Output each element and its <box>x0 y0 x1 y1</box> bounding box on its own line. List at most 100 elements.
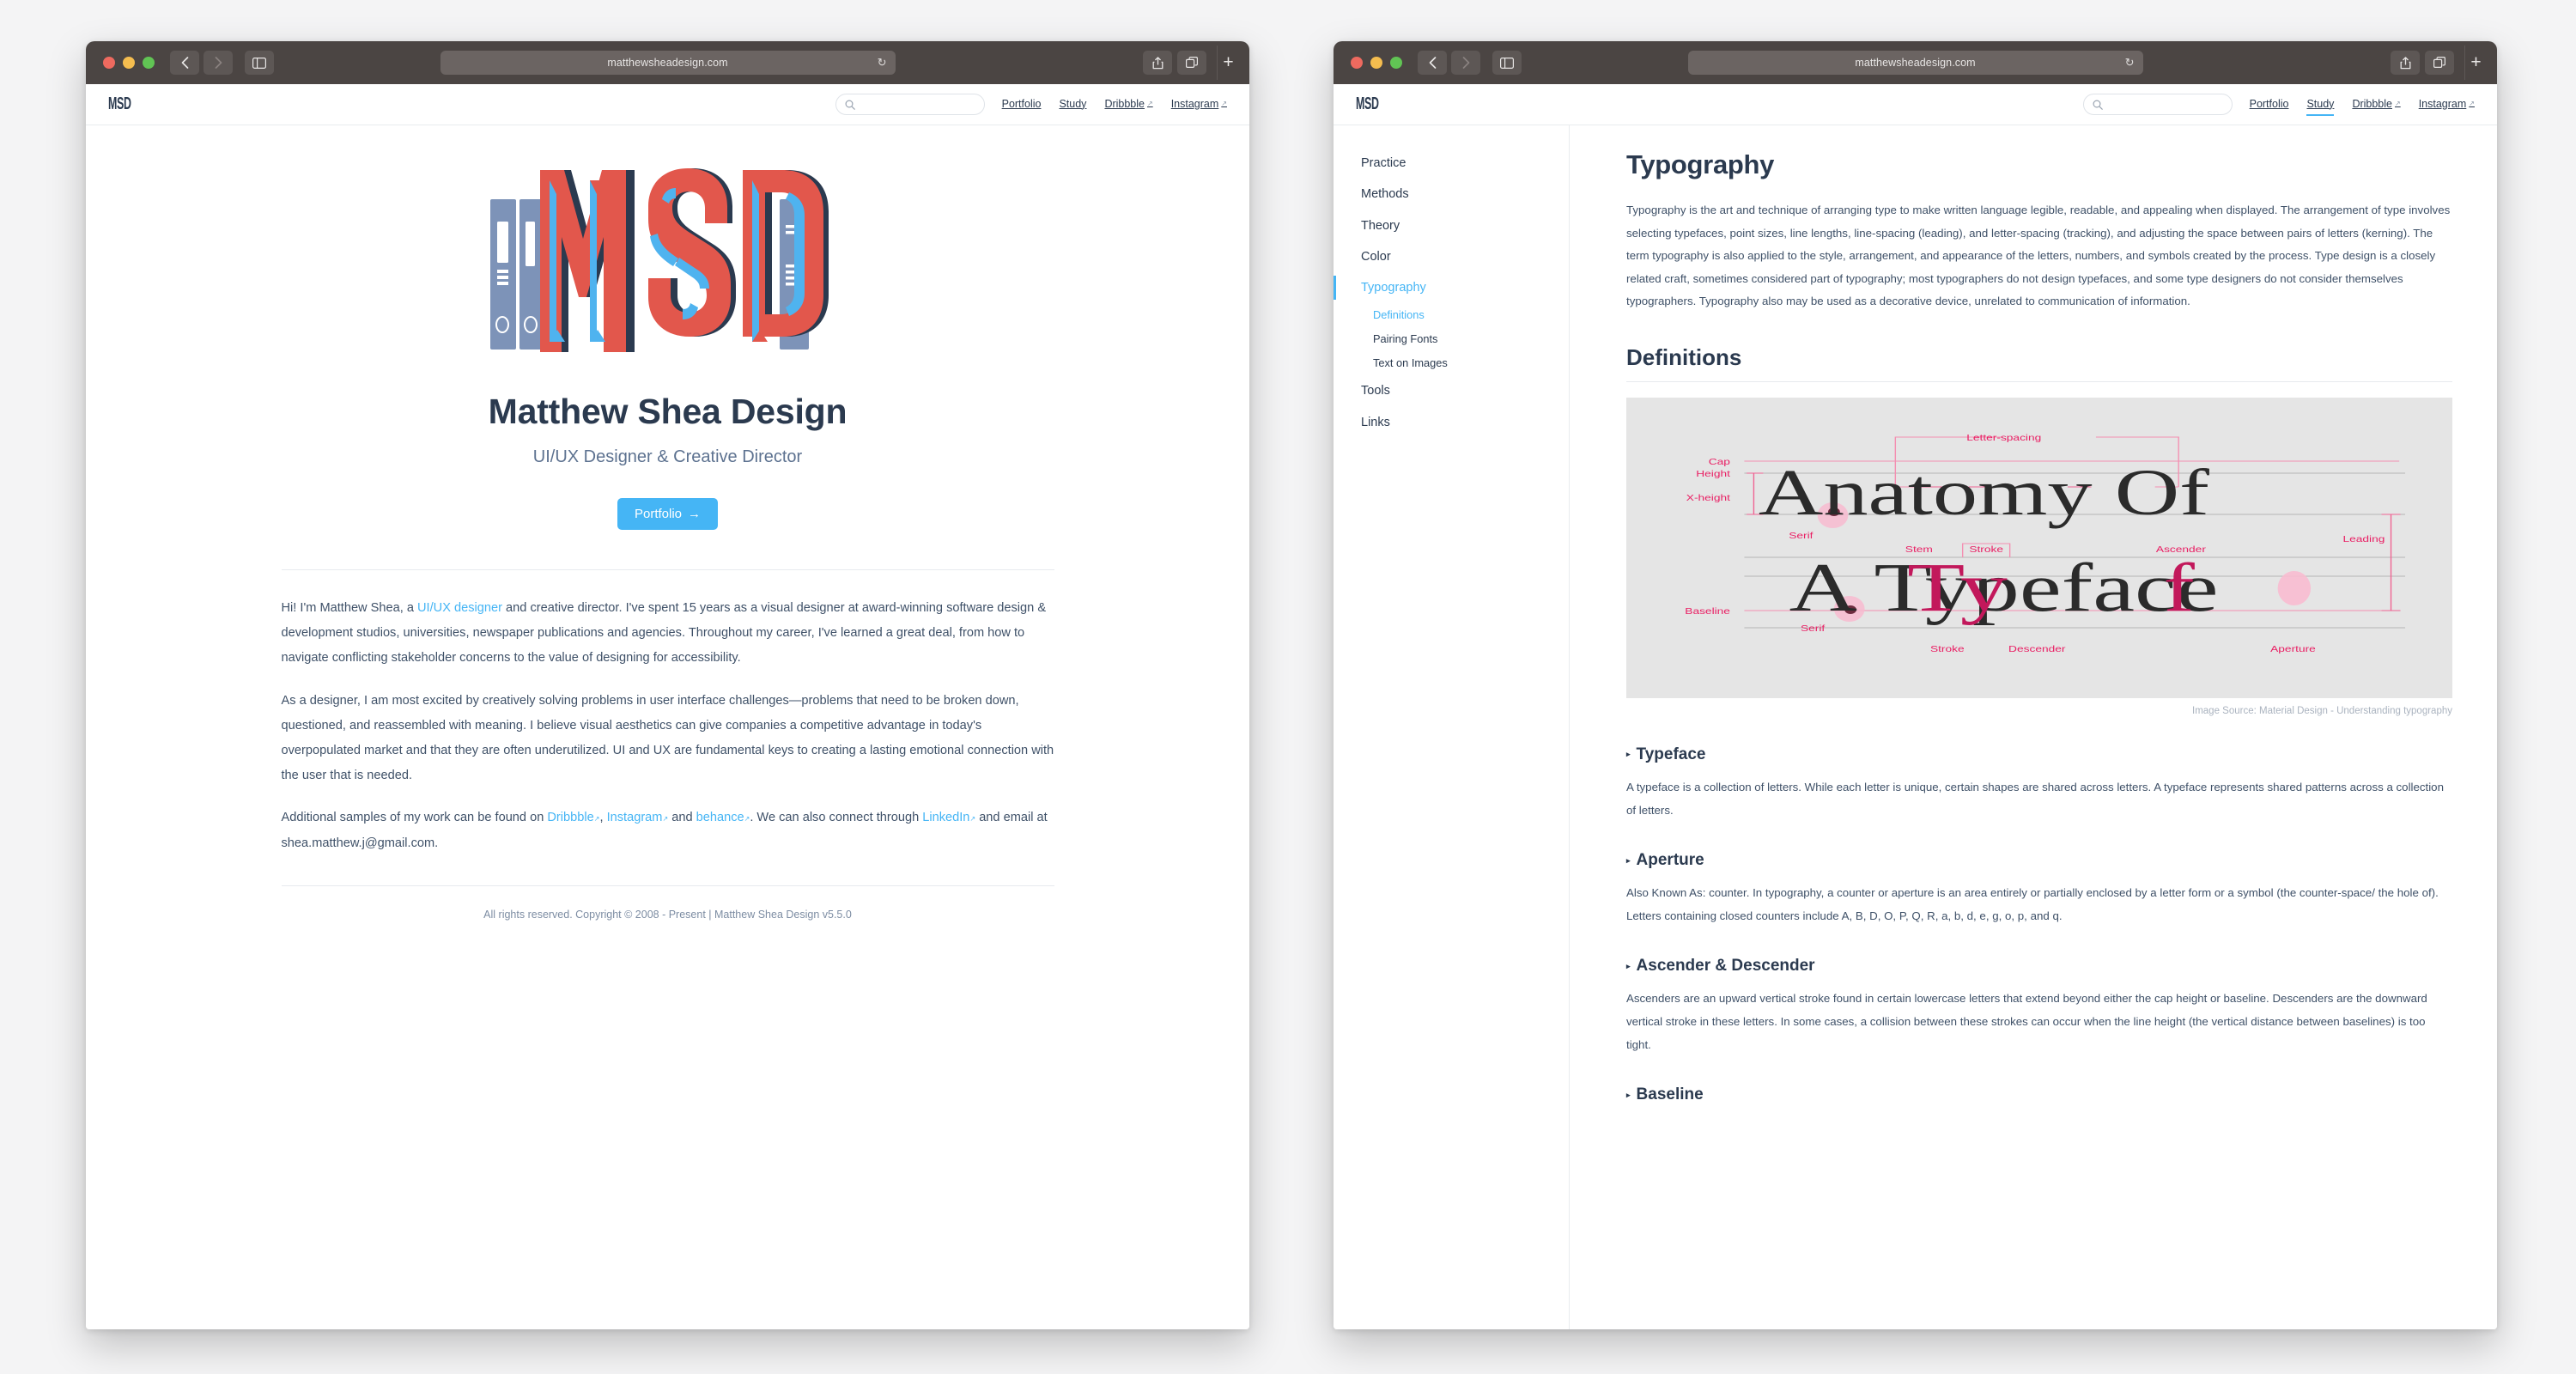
sidebar-subitem-text-on-images[interactable]: Text on Images <box>1334 351 1569 375</box>
definition-title-aperture: ▸ Aperture <box>1626 851 2452 870</box>
address-bar[interactable]: matthewsheadesign.com ↻ <box>1687 51 2143 75</box>
maximize-window-button[interactable] <box>1390 57 1402 69</box>
browser-titlebar: matthewsheadesign.com ↻ + <box>1334 41 2497 84</box>
search-box[interactable] <box>2082 94 2233 115</box>
label-baseline: Baseline <box>1685 606 1730 617</box>
sidebar-item-links[interactable]: Links <box>1334 407 1569 438</box>
label-height: Height <box>1696 469 1730 479</box>
sidebar-item-tools[interactable]: Tools <box>1334 375 1569 406</box>
tab-overview-icon[interactable] <box>2425 51 2454 75</box>
reload-icon[interactable]: ↻ <box>2125 56 2135 70</box>
reload-icon[interactable]: ↻ <box>878 56 887 70</box>
back-button[interactable] <box>170 51 199 75</box>
caret-right-icon: ▸ <box>1626 1090 1631 1099</box>
tab-overview-icon[interactable] <box>1177 51 1206 75</box>
label-x-height: X-height <box>1686 493 1731 503</box>
caret-right-icon: ▸ <box>1626 750 1631 759</box>
new-tab-button[interactable]: + <box>1217 46 1239 80</box>
uiux-designer-link[interactable]: UI/UX designer <box>417 601 502 615</box>
portfolio-button[interactable]: Portfolio → <box>617 498 719 530</box>
dribbble-link[interactable]: Dribbble↗ <box>547 811 599 824</box>
site-header-right: Portfolio Study Dribbble ↗ Instagram ↗ <box>835 94 1227 115</box>
about-paragraph-1: Hi! I'm Matthew Shea, a UI/UX designer a… <box>282 596 1054 672</box>
nav-link-study[interactable]: Study <box>2306 98 2334 116</box>
nav-link-portfolio[interactable]: Portfolio <box>2250 98 2289 112</box>
address-bar-url: matthewsheadesign.com <box>607 57 728 69</box>
traffic-lights[interactable] <box>103 57 155 69</box>
behance-link[interactable]: behance↗ <box>696 811 750 824</box>
browser-nav-buttons[interactable] <box>170 51 233 75</box>
nav-label: Study <box>1059 97 1087 110</box>
close-window-button[interactable] <box>103 57 115 69</box>
nav-label: Instagram <box>1170 97 1219 110</box>
maximize-window-button[interactable] <box>143 57 155 69</box>
search-input[interactable] <box>2106 99 2223 110</box>
sidebar-toggle-icon[interactable] <box>1492 51 1522 75</box>
definition-title-typeface: ▸ Typeface <box>1626 745 2452 764</box>
forward-button[interactable] <box>204 51 233 75</box>
browser-nav-buttons[interactable] <box>1418 51 1480 75</box>
sidebar-toggle-icon[interactable] <box>245 51 274 75</box>
anatomy-diagram-image: Anatomy Of A Typeface T y f Letter-spaci… <box>1626 397 2452 698</box>
label-cap: Cap <box>1709 457 1731 467</box>
definition-body-aperture: Also Known As: counter. In typography, a… <box>1626 882 2452 927</box>
label-stem: Stem <box>1905 544 1933 555</box>
site-logo[interactable]: MSD <box>108 94 140 114</box>
definition-body-typeface: A typeface is a collection of letters. W… <box>1626 776 2452 822</box>
definition-term: Aperture <box>1636 851 1704 870</box>
label-aperture: Aperture <box>2270 644 2316 654</box>
sidebar-subitem-definitions[interactable]: Definitions <box>1334 303 1569 327</box>
sidebar-item-theory[interactable]: Theory <box>1334 210 1569 241</box>
definition-body-ascender-descender: Ascenders are an upward vertical stroke … <box>1626 988 2452 1056</box>
nav-link-dribbble[interactable]: Dribbble ↗ <box>1104 98 1152 112</box>
main-nav-left: Portfolio Study Dribbble ↗ Instagram ↗ <box>1002 98 1227 112</box>
sidebar-item-typography[interactable]: Typography <box>1334 272 1569 303</box>
nav-label: Instagram <box>2418 97 2467 110</box>
external-link-icon: ↗ <box>2395 100 2401 107</box>
nav-link-instagram[interactable]: Instagram ↗ <box>2419 98 2475 112</box>
new-tab-button[interactable]: + <box>2464 46 2487 80</box>
nav-link-study[interactable]: Study <box>1059 98 1086 112</box>
caret-right-icon: ▸ <box>1626 961 1631 970</box>
minimize-window-button[interactable] <box>123 57 135 69</box>
minimize-window-button[interactable] <box>1370 57 1382 69</box>
site-logo[interactable]: MSD <box>1356 94 1388 114</box>
search-box[interactable] <box>835 94 985 115</box>
back-button[interactable] <box>1418 51 1447 75</box>
section-title-definitions: Definitions <box>1626 344 1742 370</box>
sidebar-subitem-pairing-fonts[interactable]: Pairing Fonts <box>1334 327 1569 351</box>
external-link-icon: ↗ <box>1147 100 1153 107</box>
label-stroke-bottom: Stroke <box>1930 644 1965 654</box>
nav-link-portfolio[interactable]: Portfolio <box>1002 98 1042 112</box>
sidebar-item-practice[interactable]: Practice <box>1334 148 1569 179</box>
address-bar[interactable]: matthewsheadesign.com ↻ <box>440 51 896 75</box>
about-prose: Hi! I'm Matthew Shea, a UI/UX designer a… <box>282 570 1054 856</box>
search-input[interactable] <box>859 99 975 110</box>
nav-label: Portfolio <box>1001 97 1042 110</box>
forward-button[interactable] <box>1451 51 1480 75</box>
figure-caption: Image Source: Material Design - Understa… <box>2192 705 2452 716</box>
hero-section: Matthew Shea Design UI/UX Designer & Cre… <box>86 125 1249 530</box>
share-icon[interactable] <box>2391 51 2420 75</box>
linkedin-link[interactable]: LinkedIn↗ <box>922 811 975 824</box>
definition-term: Ascender & Descender <box>1636 957 1815 976</box>
instagram-link[interactable]: Instagram↗ <box>607 811 669 824</box>
site-header-left: MSD Portfolio Study Dribbble ↗ Instagram ↗ <box>86 84 1249 125</box>
definition-text: Also Known As: counter. In typography, a… <box>1626 886 2439 922</box>
site-header-right: MSD Portfolio Study Dribbble ↗ Instagram ↗ <box>1334 84 2497 125</box>
sidebar-item-color[interactable]: Color <box>1334 241 1569 272</box>
nav-link-dribbble[interactable]: Dribbble ↗ <box>2352 98 2400 112</box>
section-divider <box>1626 380 2452 382</box>
label-stroke-top: Stroke <box>1969 544 2003 555</box>
page-content-left: Matthew Shea Design UI/UX Designer & Cre… <box>86 125 1249 1329</box>
site-header-right-tools: Portfolio Study Dribbble ↗ Instagram ↗ <box>2082 94 2475 116</box>
share-icon[interactable] <box>1143 51 1172 75</box>
traffic-lights[interactable] <box>1351 57 1402 69</box>
titlebar-right-tools: + <box>1143 46 1239 80</box>
sidebar-item-methods[interactable]: Methods <box>1334 179 1569 210</box>
nav-link-instagram[interactable]: Instagram ↗ <box>1171 98 1227 112</box>
intro-paragraph: Typography is the art and technique of a… <box>1626 204 2451 308</box>
titlebar-right-tools: + <box>2391 46 2487 80</box>
label-ascender: Ascender <box>2156 544 2206 555</box>
close-window-button[interactable] <box>1351 57 1363 69</box>
